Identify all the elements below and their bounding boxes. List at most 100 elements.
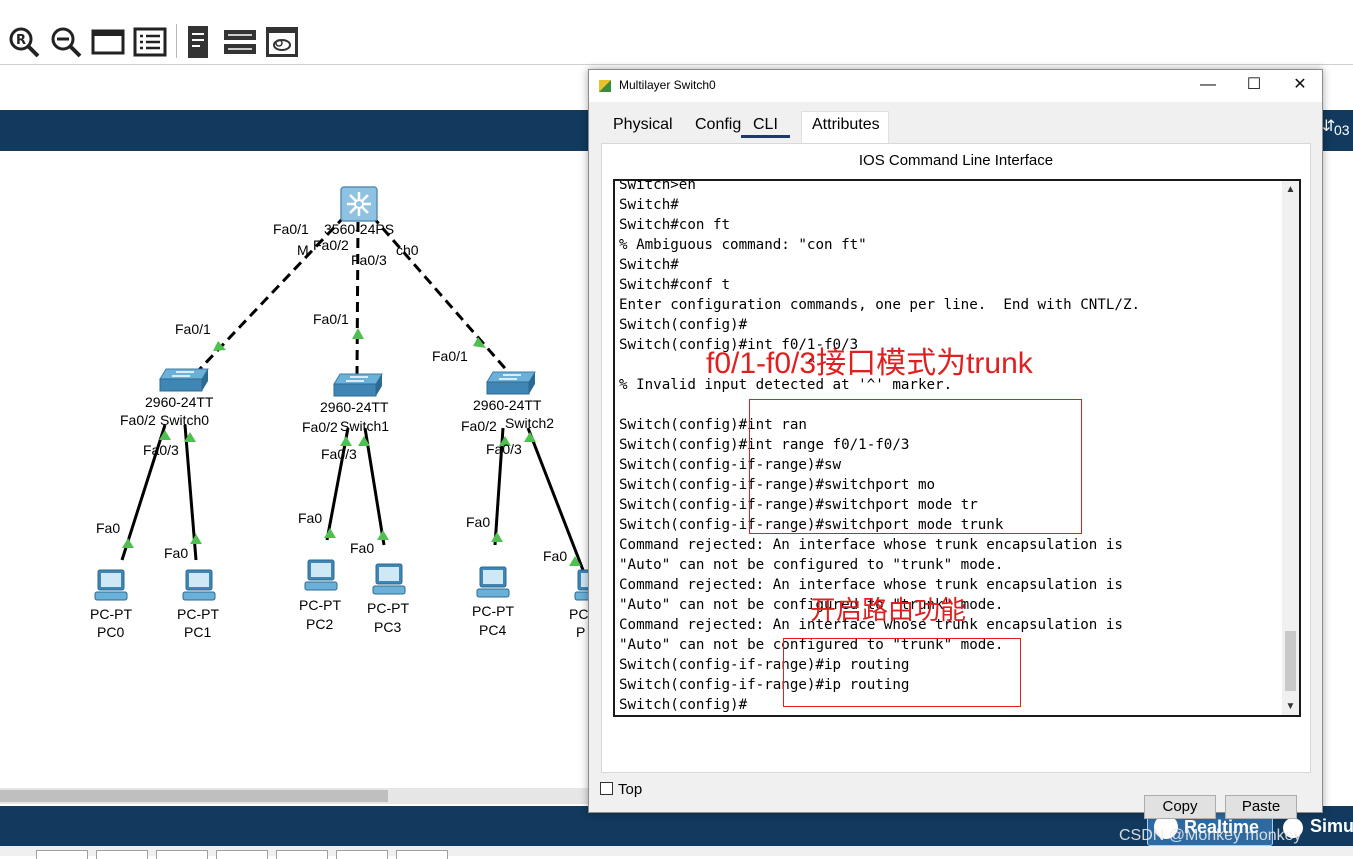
sw2-model: 2960-24TT [473,397,542,413]
core-model-label: 3560-24PS [324,221,395,237]
pc1-port: Fa0 [164,545,189,561]
pc0-port: Fa0 [96,520,121,536]
pc3-icon[interactable] [372,562,406,596]
switch0-icon[interactable] [158,367,210,395]
sw0-port-b: Fa0/3 [143,442,179,458]
core-port-fa0-1: Fa0/1 [273,221,309,237]
pc2-type: PC-PT [299,597,341,613]
window-titlebar[interactable]: Multilayer Switch0 — ☐ ✕ [589,70,1322,102]
bottom-tab-stub[interactable] [96,850,148,859]
window-icon[interactable] [90,24,126,60]
pc5-port: Fa0 [543,548,568,564]
main-toolbar: R [0,0,1353,65]
pc1-icon[interactable] [182,568,216,602]
pc3-type: PC-PT [367,600,409,616]
tab-physical[interactable]: Physical [613,116,673,134]
terminal-line: Switch#conf t [619,277,731,293]
pc1-type: PC-PT [177,606,219,622]
sw2-port-b: Fa0/3 [486,441,522,457]
sw2-port-a: Fa0/2 [461,418,497,434]
list-icon[interactable] [132,24,168,60]
pc2-port: Fa0 [298,510,323,526]
panel-title: IOS Command Line Interface [858,152,1054,169]
switch2-icon[interactable] [485,370,537,398]
header-peek-text: 03 [1334,122,1350,138]
pc3-name: PC3 [374,619,402,635]
tab-cli[interactable]: CLI [741,116,790,138]
scroll-up-icon[interactable]: ▲ [1282,181,1299,198]
pc4-icon[interactable] [476,565,510,599]
bottom-tab-stub[interactable] [216,850,268,859]
trunk-annotation: f0/1-f0/3接口模式为trunk [706,347,1033,380]
packet-tracer-icon [599,80,611,92]
core-name-label: M [297,242,309,258]
core-port-fa0-3: Fa0/3 [351,252,387,268]
pc3-port: Fa0 [350,540,375,556]
workspace-hscroll-thumb[interactable] [0,790,388,802]
pc0-name: PC0 [97,624,125,640]
close-button[interactable]: ✕ [1277,70,1323,102]
terminal-line: Command rejected: An interface whose tru… [619,537,1123,553]
bottom-tab-stub[interactable] [156,850,208,859]
device-bar-icon[interactable] [222,24,258,60]
pc4-port: Fa0 [466,514,491,530]
sw0-uplink-port: Fa0/1 [175,321,211,337]
bottom-tab-stub[interactable] [276,850,328,859]
terminal-line: % Ambiguous command: "con ft" [619,237,867,253]
trunk-highlight-box [749,399,1082,534]
window-title: Multilayer Switch0 [619,78,716,92]
sw1-port-b: Fa0/3 [321,446,357,462]
sw0-model: 2960-24TT [145,394,214,410]
maximize-button[interactable]: ☐ [1231,70,1277,102]
routing-annotation: 开启路由功能 [810,595,967,625]
watermark: CSDN @Monkey monkey [1119,827,1302,844]
simulation-label: Simu [1310,816,1353,836]
top-checkbox[interactable] [600,782,613,795]
multilayer-switch-icon[interactable] [340,186,378,222]
sw1-name: Switch1 [340,418,390,434]
zoom-out-icon[interactable] [48,24,84,60]
bottom-tab-stub[interactable] [396,850,448,859]
pc5-type: PC [569,606,589,622]
tab-attributes[interactable]: Attributes [812,116,880,134]
tab-config[interactable]: Config [695,116,741,134]
paste-button[interactable]: Paste [1225,795,1297,819]
pc1-name: PC1 [184,624,212,640]
terminal-scrollbar[interactable]: ▲ ▼ [1282,181,1299,715]
sw2-name: Switch2 [505,415,555,431]
core-port-fa0-2: Fa0/2 [313,237,349,253]
terminal-line: Switch>en [619,179,696,193]
pc0-icon[interactable] [94,568,128,602]
bottom-tab-stub[interactable] [336,850,388,859]
routing-highlight-box [783,638,1021,707]
sw1-port-a: Fa0/2 [302,419,338,435]
sw1-model: 2960-24TT [320,399,389,415]
note-icon[interactable] [180,24,216,60]
terminal-line: Switch# [619,197,679,213]
minimize-button[interactable]: — [1185,70,1231,102]
sw0-name: Switch0 [160,412,210,428]
terminal-line: "Auto" can not be configured to "trunk" … [619,557,1004,573]
scroll-down-icon[interactable]: ▼ [1282,698,1299,715]
core-name-tail: ch0 [396,242,419,258]
bottom-tab-stub[interactable] [36,850,88,859]
terminal-scroll-thumb[interactable] [1285,631,1296,691]
pc4-name: PC4 [479,622,507,638]
toolbar-separator [176,24,177,58]
header-peek: ⇵ 03 [1322,118,1350,138]
terminal-line: Switch(config)# [619,317,748,333]
terminal-line: Switch# [619,257,679,273]
svg-text:R: R [16,33,26,48]
pc0-type: PC-PT [90,606,132,622]
zoom-in-icon[interactable]: R [6,24,42,60]
cluster-icon[interactable] [264,24,300,60]
terminal-line: Enter configuration commands, one per li… [619,297,1141,313]
copy-button[interactable]: Copy [1144,795,1216,819]
pc2-icon[interactable] [304,558,338,592]
sw1-uplink-port: Fa0/1 [313,311,349,327]
sw2-uplink-port: Fa0/1 [432,348,468,364]
terminal-line: Switch#con ft [619,217,731,233]
pc5-name: P [576,624,586,640]
pc4-type: PC-PT [472,603,514,619]
switch1-icon[interactable] [332,372,384,400]
